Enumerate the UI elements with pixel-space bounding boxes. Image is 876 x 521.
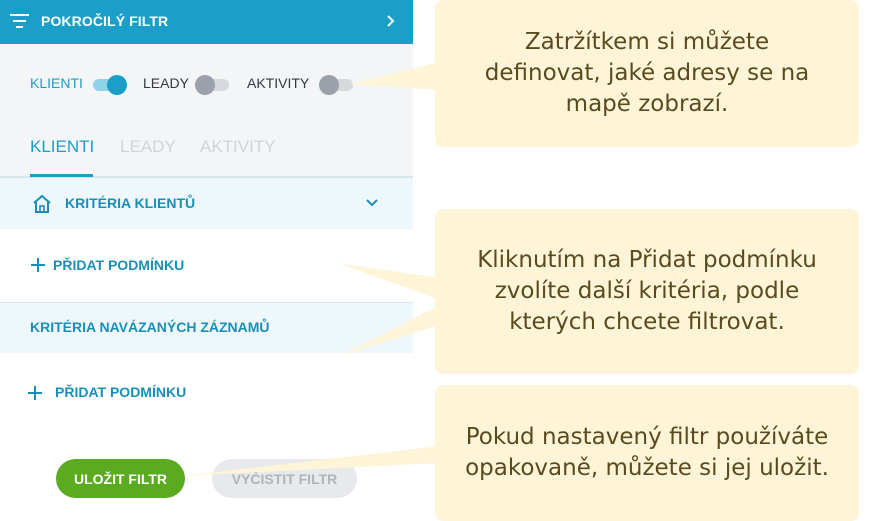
- toggle-label-clients: KLIENTI: [30, 75, 83, 91]
- toggle-label-leads: LEADY: [143, 75, 189, 91]
- filter-lines-icon: [10, 14, 29, 28]
- callout-save-filter: Pokud nastavený filtr používáte opakovan…: [435, 385, 859, 521]
- layer-toggles: KLIENTI LEADY AKTIVITY: [0, 44, 413, 122]
- add-condition-row-clients[interactable]: PŘIDAT PODMÍNKU: [0, 229, 413, 302]
- callout-toggles: Zatržítkem si můžete definovat, jaké adr…: [435, 0, 859, 147]
- filter-tabs: KLIENTI LEADY AKTIVITY: [0, 122, 413, 177]
- add-condition-row-related[interactable]: PŘIDAT PODMÍNKU: [0, 353, 413, 433]
- toggle-activities[interactable]: [319, 74, 355, 96]
- toggle-leads[interactable]: [195, 74, 231, 96]
- plus-icon: [31, 258, 45, 272]
- callout-line: Zatržítkem si můžete: [524, 29, 770, 55]
- tab-clients[interactable]: KLIENTI: [30, 137, 94, 157]
- client-criteria-label: KRITÉRIA KLIENTŮ: [65, 195, 196, 211]
- filter-header[interactable]: POKROČILÝ FILTR: [0, 0, 413, 44]
- add-related-condition-button[interactable]: PŘIDAT PODMÍNKU: [55, 384, 186, 400]
- callout-add-condition: Kliknutím na Přidat podmínku zvolíte dal…: [435, 209, 859, 374]
- callout-line: Kliknutím na Přidat podmínku: [477, 247, 817, 273]
- filter-title: POKROČILÝ FILTR: [41, 13, 169, 29]
- clear-filter-button[interactable]: VYČISTIT FILTR: [212, 459, 357, 498]
- toggle-clients[interactable]: [91, 74, 127, 96]
- related-criteria-label: KRITÉRIA NAVÁZANÝCH ZÁZNAMŮ: [30, 319, 270, 335]
- callout-line: kterých chcete filtrovat.: [509, 309, 785, 335]
- callout-line: definovat, jaké adresy se na: [484, 60, 810, 86]
- tab-activities[interactable]: AKTIVITY: [200, 137, 276, 157]
- chevron-down-icon[interactable]: [365, 197, 379, 209]
- callout-line: mapě zobrazí.: [565, 91, 729, 117]
- home-icon: [33, 194, 51, 213]
- tab-leads[interactable]: LEADY: [120, 137, 176, 157]
- advanced-filter-panel: POKROČILÝ FILTR KLIENTI LEADY AKTIVITY K…: [0, 0, 413, 521]
- client-criteria-header[interactable]: KRITÉRIA KLIENTŮ: [0, 177, 413, 230]
- plus-icon: [28, 386, 42, 400]
- add-condition-button[interactable]: PŘIDAT PODMÍNKU: [53, 257, 184, 273]
- toggle-label-activities: AKTIVITY: [247, 75, 310, 91]
- callout-line: opakovaně, můžete si jej uložit.: [465, 455, 829, 481]
- chevron-right-icon[interactable]: [384, 13, 398, 29]
- callout-line: zvolíte další kritéria, podle: [494, 278, 800, 304]
- callout-line: Pokud nastavený filtr používáte: [465, 424, 829, 450]
- related-criteria-header[interactable]: KRITÉRIA NAVÁZANÝCH ZÁZNAMŮ: [0, 302, 413, 354]
- save-filter-button[interactable]: ULOŽIT FILTR: [56, 459, 185, 498]
